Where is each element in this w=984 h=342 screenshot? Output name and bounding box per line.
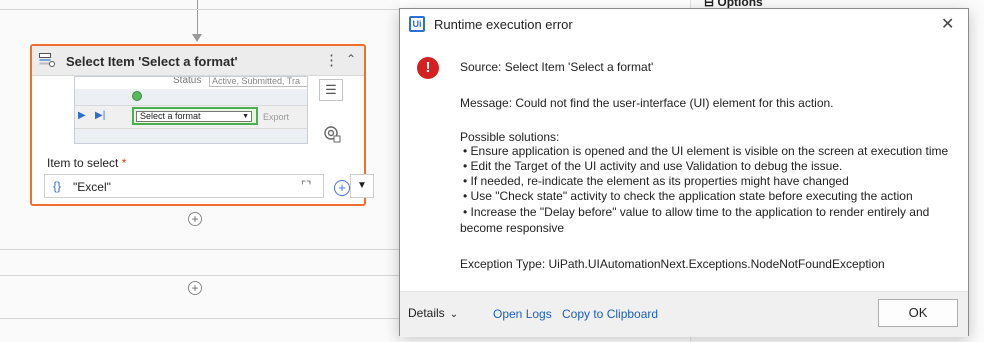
- solution-item: • Edit the Target of the UI activity and…: [463, 159, 843, 173]
- solution-item: • If needed, re-indicate the element as …: [463, 174, 849, 188]
- item-to-select-input[interactable]: {} "Excel" ⌜⌝: [44, 174, 324, 198]
- canvas-divider: [0, 9, 400, 10]
- details-label: Details: [408, 306, 445, 320]
- solution-item: • Increase the "Delay before" value to a…: [463, 205, 930, 219]
- plus-circle-icon[interactable]: +: [334, 180, 350, 196]
- error-source: Source: Select Item 'Select a format': [460, 60, 654, 74]
- activity-header[interactable]: Select Item 'Select a format' ⋮ ⌃: [32, 46, 364, 76]
- ok-button[interactable]: OK: [878, 299, 958, 327]
- item-to-select-label: Item to select *: [47, 156, 126, 170]
- required-mark: *: [121, 156, 127, 170]
- uipath-logo-icon: Ui: [409, 16, 425, 32]
- preview-target-highlight: Select a format ▼: [132, 107, 258, 125]
- runtime-error-dialog: Ui Runtime execution error ✕ ! Source: S…: [399, 8, 969, 337]
- open-logs-link[interactable]: Open Logs: [493, 307, 552, 321]
- plus-circle-icon[interactable]: +: [188, 281, 202, 295]
- preview-select-box: Select a format ▼: [136, 111, 252, 122]
- item-to-select-value: "Excel": [73, 180, 111, 194]
- solution-item-continued: become responsive: [460, 221, 565, 235]
- menu-icon[interactable]: ☰: [319, 79, 343, 101]
- error-message: Message: Could not find the user-interfa…: [460, 96, 834, 110]
- expand-editor-icon[interactable]: ⌜⌝: [301, 179, 311, 192]
- canvas-divider: [0, 318, 400, 319]
- solutions-heading: Possible solutions:: [460, 130, 560, 144]
- target-icon[interactable]: [323, 125, 341, 143]
- error-icon: !: [417, 57, 439, 79]
- dialog-footer: Details ⌄ Open Logs Copy to Clipboard OK: [400, 291, 968, 337]
- preview-status-label: Status: [173, 76, 202, 86]
- select-item-activity[interactable]: Select Item 'Select a format' ⋮ ⌃ Status…: [30, 44, 374, 206]
- kebab-icon[interactable]: ⋮: [324, 51, 339, 69]
- select-item-icon: [39, 53, 55, 67]
- dialog-title: Runtime execution error: [434, 17, 573, 32]
- play-icon: ▶: [78, 110, 86, 121]
- preview-status-value: Active, Submitted, Tra: [209, 77, 307, 87]
- flow-arrowhead: [192, 34, 202, 42]
- close-icon[interactable]: ✕: [941, 14, 954, 34]
- details-dropdown[interactable]: Details ⌄: [408, 306, 458, 320]
- activity-title: Select Item 'Select a format': [66, 54, 238, 69]
- canvas-divider: [0, 249, 400, 250]
- exception-type: Exception Type: UiPath.UIAutomationNext.…: [460, 257, 885, 271]
- chevron-up-double-icon[interactable]: ⌃: [346, 52, 356, 66]
- solution-item: • Use "Check state" activity to check th…: [463, 189, 913, 203]
- copy-to-clipboard-link[interactable]: Copy to Clipboard: [562, 307, 658, 321]
- skip-next-icon: ▶|: [95, 110, 106, 121]
- dialog-titlebar[interactable]: Ui Runtime execution error ✕: [400, 9, 968, 39]
- canvas-divider: [0, 275, 400, 276]
- plus-circle-icon[interactable]: +: [188, 212, 202, 226]
- chevron-down-icon[interactable]: ▼: [350, 174, 374, 198]
- preview-export-text: Export: [263, 112, 290, 122]
- expression-icon: {}: [53, 179, 62, 193]
- solution-item: • Ensure application is opened and the U…: [463, 144, 949, 158]
- anchor-pin-icon: [132, 91, 142, 101]
- chevron-down-icon: ▼: [242, 113, 249, 120]
- flow-connector: [197, 0, 198, 34]
- chevron-down-icon: ⌄: [449, 309, 459, 320]
- item-to-select-text: Item to select: [47, 156, 119, 170]
- designer-canvas: + + Select Item 'Select a format' ⋮ ⌃ St…: [0, 0, 400, 342]
- preview-select-text: Select a format: [140, 111, 201, 121]
- preview-status-row: Status Active, Submitted, Tra: [75, 77, 307, 89]
- target-preview[interactable]: Status Active, Submitted, Tra ▶ ▶| Selec…: [74, 76, 308, 144]
